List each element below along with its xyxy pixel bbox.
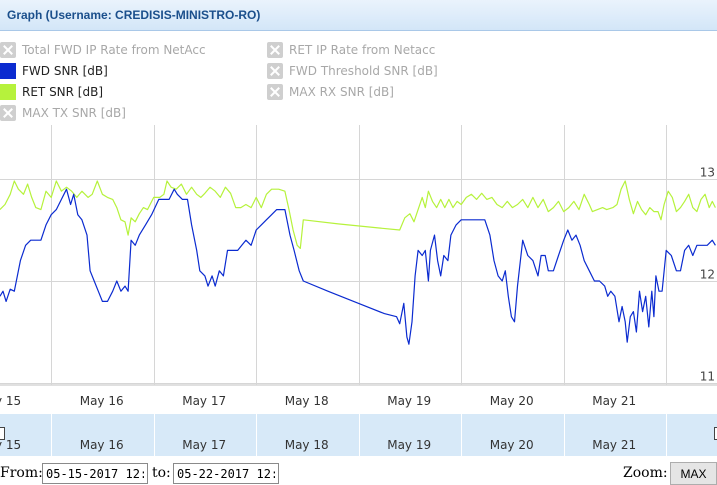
from-label: From: (0, 465, 43, 481)
to-date-input[interactable] (173, 463, 279, 484)
x-tick-label: May 16 (80, 394, 124, 408)
ret-snr-db-series-line (0, 180, 716, 249)
navigator-tick-label: May 19 (387, 438, 431, 452)
to-label: to: (152, 465, 171, 481)
snr-line-chart: 11 12 13 May 15 May 15 May 16 May 16 May 17 May … (0, 125, 717, 456)
navigator-tick-label: May 18 (285, 438, 329, 452)
range-bar: From: to: Zoom: MAX (0, 462, 717, 485)
fwd-snr-db-series-line (0, 188, 716, 345)
from-date-input[interactable] (42, 463, 148, 484)
x-tick-label: May 21 (592, 394, 636, 408)
zoom-max-button[interactable]: MAX (670, 462, 717, 485)
x-tick-label: May 20 (490, 394, 534, 408)
y-tick-label: 13 (700, 166, 715, 180)
x-tick-label: May 19 (387, 394, 431, 408)
navigator-tick-label: May 20 (490, 438, 534, 452)
y-tick-label: 11 (700, 370, 715, 384)
navigator-tick-label: May 16 (80, 438, 124, 452)
y-tick-label: 12 (700, 268, 715, 282)
zoom-label: Zoom: (623, 465, 668, 481)
x-tick-label: May 17 (182, 394, 226, 408)
navigator-tick-label: May 21 (592, 438, 636, 452)
x-tick-label: May 15 (0, 394, 21, 408)
navigator-tick-label: May 17 (182, 438, 226, 452)
navigator-tick-label: May 15 (0, 438, 21, 452)
x-tick-label: May 18 (285, 394, 329, 408)
